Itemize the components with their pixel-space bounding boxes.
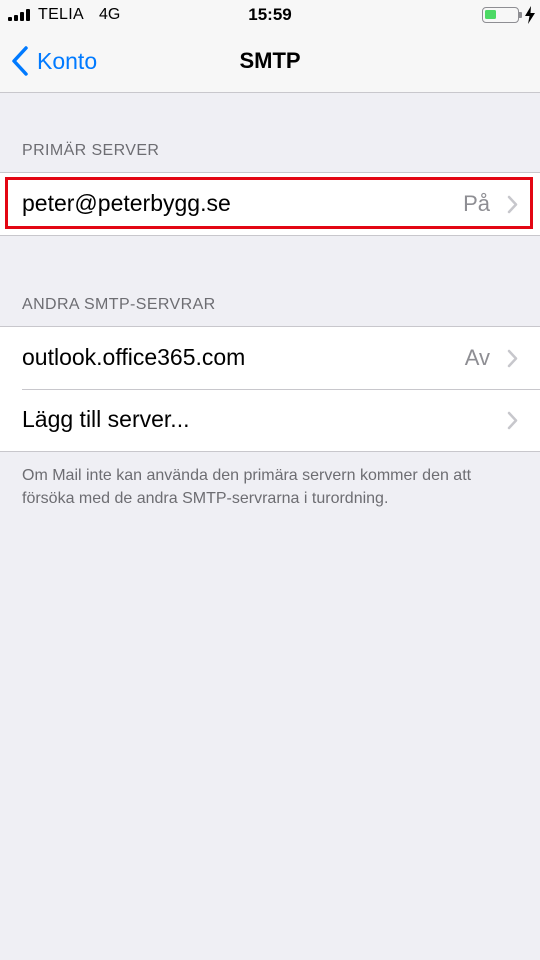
add-server-row[interactable]: Lägg till server... [0, 389, 540, 451]
battery-tip [519, 12, 522, 18]
chevron-right-icon [507, 349, 518, 368]
footer-note: Om Mail inte kan använda den primära ser… [22, 467, 472, 507]
chevron-right-icon [507, 411, 518, 430]
chevron-right-icon [507, 195, 518, 214]
primary-server-row[interactable]: peter@peterbygg.se På [0, 173, 540, 235]
add-server-label: Lägg till server... [22, 406, 190, 432]
status-bar: TELIA 4G 15:59 [0, 0, 540, 30]
navigation-bar: Konto SMTP [0, 30, 540, 93]
primary-server-status: På [463, 191, 490, 216]
charging-bolt-icon [525, 6, 535, 24]
server-row-outlook[interactable]: outlook.office365.com Av [0, 327, 540, 389]
other-servers-header: ANDRA SMTP-SERVRAR [22, 296, 216, 313]
server-label: outlook.office365.com [22, 344, 246, 370]
server-status: Av [464, 345, 490, 370]
battery-icon [482, 7, 519, 23]
page-title: SMTP [239, 48, 301, 73]
primary-server-label: peter@peterbygg.se [22, 190, 231, 216]
primary-server-group: peter@peterbygg.se På [0, 172, 540, 236]
status-time: 15:59 [248, 5, 292, 24]
other-servers-group: outlook.office365.com Av Lägg till serve… [0, 326, 540, 452]
battery-level [485, 10, 496, 19]
primary-server-header: PRIMÄR SERVER [22, 142, 160, 159]
